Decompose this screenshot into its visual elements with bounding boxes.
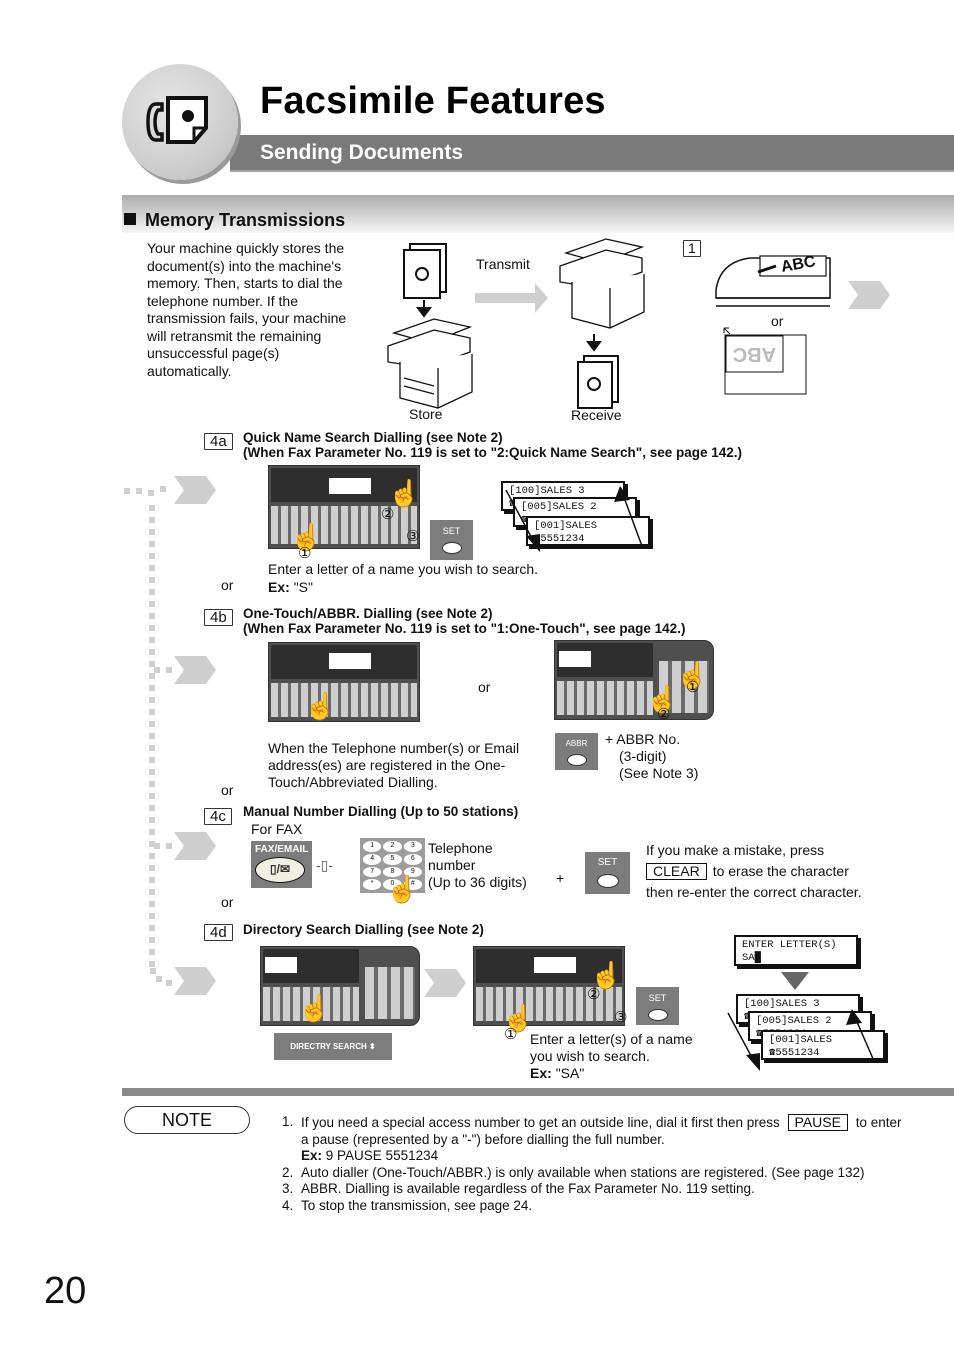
step-4a-title: Quick Name Search Dialling (see Note 2) … — [243, 430, 743, 460]
platen-glass-icon: ABC — [723, 327, 807, 395]
finger-press-icon: ☝ — [388, 478, 421, 508]
keypad-key[interactable]: 2 — [383, 841, 402, 852]
set-key[interactable]: SET — [636, 987, 679, 1025]
step-4a-example: Ex: "S" — [268, 579, 313, 595]
or-label: or — [221, 894, 234, 910]
page-title: Facsimile Features — [260, 80, 606, 122]
panel-lcd — [329, 478, 371, 494]
note-item: 4. To stop the transmission, see page 24. — [282, 1197, 533, 1213]
step-number-4c: 4c — [204, 808, 232, 825]
keypad-key[interactable]: 5 — [383, 853, 402, 865]
store-label: Store — [409, 406, 443, 422]
step-4b-title: One-Touch/ABBR. Dialling (see Note 2) (W… — [243, 606, 686, 636]
next-step-chevron-icon — [424, 969, 466, 997]
printer-icon — [559, 238, 645, 329]
keypad-key[interactable]: 6 — [403, 853, 422, 865]
directory-search-key[interactable]: DIRECTRY SEARCH ⬍ — [274, 1033, 392, 1060]
section-divider — [122, 1088, 954, 1096]
marker-1: ① — [298, 545, 312, 562]
down-arrow-icon — [416, 300, 432, 318]
flow-chevron-4c-icon — [154, 832, 216, 860]
printer-icon — [387, 318, 473, 409]
step-4d-title: Directory Search Dialling (see Note 2) — [243, 922, 484, 937]
pause-key[interactable]: PAUSE — [787, 1114, 848, 1131]
svg-text:ABC: ABC — [733, 343, 776, 365]
marker-2: ② — [587, 986, 601, 1003]
step-4b-caption: When the Telephone number(s) or Email ad… — [268, 740, 520, 790]
down-arrow-icon — [586, 334, 602, 352]
finger-press-icon: ☝ — [298, 993, 331, 1023]
or-label: or — [221, 577, 234, 593]
telephone-number-label: Telephone number (Up to 36 digits) — [428, 840, 527, 890]
step-4d-caption: Enter a letter(s) of a name you wish to … — [530, 1031, 693, 1081]
set-key[interactable]: SET — [585, 852, 630, 894]
keypad-key[interactable]: 7 — [363, 866, 382, 878]
section-intro: Your machine quickly stores the document… — [147, 240, 347, 379]
flow-chevron-4a-icon — [124, 476, 216, 504]
abbr-key[interactable]: ABBR — [555, 733, 598, 770]
marker-1: ① — [686, 679, 700, 696]
marker-2: ② — [381, 506, 395, 523]
transmit-label: Transmit — [476, 256, 530, 272]
down-triangle-icon — [781, 972, 809, 990]
finger-press-icon: ☝ — [304, 691, 337, 721]
scroll-arrows-icon — [505, 486, 643, 552]
adf-scanner-icon: ABC — [715, 253, 831, 307]
document-stack-icon — [403, 243, 447, 299]
keypad-key[interactable]: * — [363, 879, 382, 890]
step-number-4b: 4b — [204, 609, 233, 626]
step-number-1: 1 — [683, 240, 701, 257]
lcd-screen: ENTER LETTER(S) SA█ — [734, 935, 858, 966]
note-list: 1. If you need a special access number to… — [282, 1114, 902, 1214]
fax-email-key[interactable]: FAX/EMAIL ▯/✉ — [251, 841, 312, 888]
step-4c-title: Manual Number Dialling (Up to 50 station… — [243, 804, 519, 819]
or-label: or — [221, 782, 234, 798]
step-number-4d: 4d — [204, 924, 233, 941]
marker-3: ③ — [406, 528, 420, 545]
note-label: NOTE — [124, 1106, 250, 1134]
clear-key[interactable]: CLEAR — [646, 863, 707, 880]
next-step-chevron-icon — [848, 281, 890, 309]
abbr-instructions: + ABBR No. (3-digit) (See Note 3) — [605, 731, 699, 781]
set-key[interactable]: SET — [430, 520, 473, 560]
control-panel-illustration — [268, 642, 420, 722]
transmit-arrow-icon — [475, 283, 548, 313]
note-item: 2. Auto dialler (One-Touch/ABBR.) is only… — [282, 1164, 865, 1180]
note-item: 1. If you need a special access number to… — [282, 1114, 902, 1163]
marker-3: ③ — [614, 1009, 628, 1026]
marker-1: ① — [504, 1026, 518, 1043]
step-4a-caption: Enter a letter of a name you wish to sea… — [268, 561, 539, 577]
flow-connector — [149, 505, 155, 970]
scroll-arrows-icon — [727, 1009, 875, 1071]
bullet-square-icon — [124, 213, 136, 225]
finger-press-icon: ☝ — [386, 874, 419, 904]
fax-mail-toggle-icon: ▯/✉ — [255, 857, 305, 883]
lit-fax-indicator-icon: -▯- — [316, 857, 334, 873]
step-number-4a: 4a — [204, 433, 233, 450]
up-down-arrows-icon: ⬍ — [368, 1042, 376, 1051]
plus-sign: + — [556, 870, 565, 886]
note-item: 3. ABBR. Dialling is available regardless… — [282, 1181, 755, 1196]
keypad-key[interactable]: 1 — [363, 841, 382, 852]
receive-label: Receive — [571, 407, 622, 423]
control-panel-illustration — [260, 946, 420, 1026]
flow-chevron-4d-icon — [150, 967, 216, 995]
flow-chevron-4b-icon — [154, 656, 216, 684]
fax-phone-document-icon — [146, 96, 208, 144]
for-fax-label: For FAX — [251, 821, 303, 837]
page-subtitle: Sending Documents — [260, 141, 464, 164]
page-number: 20 — [44, 1270, 87, 1312]
header-icon-circle — [122, 64, 238, 180]
marker-2: ② — [657, 706, 671, 723]
keypad-key[interactable]: 4 — [363, 853, 382, 865]
or-label: or — [478, 679, 491, 695]
keypad-key[interactable]: 3 — [403, 841, 422, 852]
received-document-icon — [577, 355, 619, 409]
mistake-instructions: If you make a mistake, press CLEAR to era… — [646, 842, 862, 900]
section-title: Memory Transmissions — [124, 210, 345, 231]
